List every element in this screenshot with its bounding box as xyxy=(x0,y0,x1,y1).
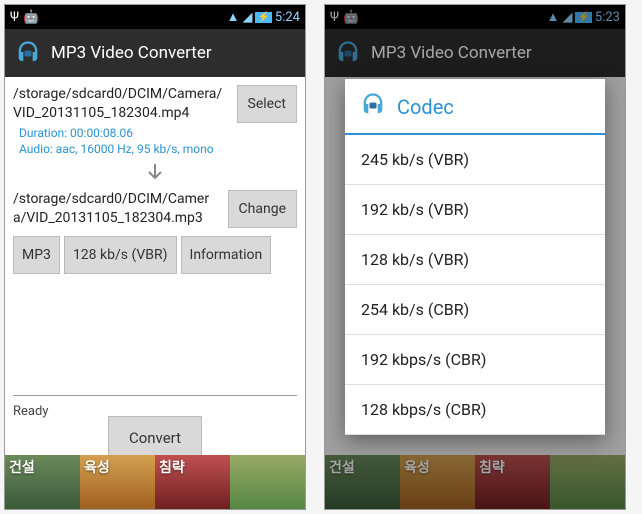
action-bar: MP3 Video Converter xyxy=(5,29,305,77)
android-icon: 🤖 xyxy=(23,10,39,25)
source-meta: Duration: 00:00:08.06 Audio: aac, 16000 … xyxy=(13,123,297,160)
codec-option[interactable]: 245 kb/s (VBR) xyxy=(345,135,605,185)
codec-option[interactable]: 128 kbps/s (CBR) xyxy=(345,385,605,435)
usb-icon: Ψ xyxy=(10,10,19,25)
dest-path: /storage/sdcard0/DCIM/Camera/VID_2013110… xyxy=(13,190,222,228)
format-button[interactable]: MP3 xyxy=(13,236,60,274)
divider xyxy=(13,395,297,396)
arrow-down-icon xyxy=(13,160,297,190)
source-path: /storage/sdcard0/DCIM/Camera/VID_2013110… xyxy=(13,85,231,123)
information-button[interactable]: Information xyxy=(181,236,272,274)
app-icon xyxy=(13,38,43,68)
ad-tile[interactable]: 침략 xyxy=(155,455,230,509)
main-content: /storage/sdcard0/DCIM/Camera/VID_2013110… xyxy=(5,77,305,455)
app-title: MP3 Video Converter xyxy=(51,43,212,63)
ad-tile[interactable]: 건설 xyxy=(5,455,80,509)
meta-audio: Audio: aac, 16000 Hz, 95 kb/s, mono xyxy=(19,142,297,158)
status-time: 5:24 xyxy=(275,10,300,25)
signal-icon: ◢ xyxy=(242,10,252,25)
modal-overlay[interactable]: Codec 245 kb/s (VBR) 192 kb/s (VBR) 128 … xyxy=(325,5,625,509)
ad-banner[interactable]: 건설 육성 침략 xyxy=(5,455,305,509)
select-button[interactable]: Select xyxy=(237,85,297,123)
status-bar: Ψ 🤖 ▲ ◢ ⚡ 5:24 xyxy=(5,5,305,29)
codec-dialog: Codec 245 kb/s (VBR) 192 kb/s (VBR) 128 … xyxy=(345,79,605,435)
convert-button[interactable]: Convert xyxy=(108,416,202,460)
phone-dialog: Ψ 🤖 ▲ ◢ ⚡ 5:23 MP3 Video Converter 건설 육성… xyxy=(324,4,626,510)
codec-option[interactable]: 192 kb/s (VBR) xyxy=(345,185,605,235)
codec-option[interactable]: 254 kb/s (CBR) xyxy=(345,285,605,335)
bitrate-button[interactable]: 128 kb/s (VBR) xyxy=(64,236,177,274)
battery-icon: ⚡ xyxy=(255,12,271,23)
ad-tile[interactable] xyxy=(230,455,305,509)
meta-duration: Duration: 00:00:08.06 xyxy=(19,126,297,142)
phone-main: Ψ 🤖 ▲ ◢ ⚡ 5:24 MP3 Video Converter /stor… xyxy=(4,4,306,510)
codec-option[interactable]: 128 kb/s (VBR) xyxy=(345,235,605,285)
wifi-icon: ▲ xyxy=(227,9,240,25)
ad-tile[interactable]: 육성 xyxy=(80,455,155,509)
dialog-title: Codec xyxy=(397,95,454,119)
codec-dialog-icon xyxy=(359,91,387,123)
codec-list: 245 kb/s (VBR) 192 kb/s (VBR) 128 kb/s (… xyxy=(345,135,605,435)
codec-option[interactable]: 192 kbps/s (CBR) xyxy=(345,335,605,385)
change-button[interactable]: Change xyxy=(228,190,297,228)
